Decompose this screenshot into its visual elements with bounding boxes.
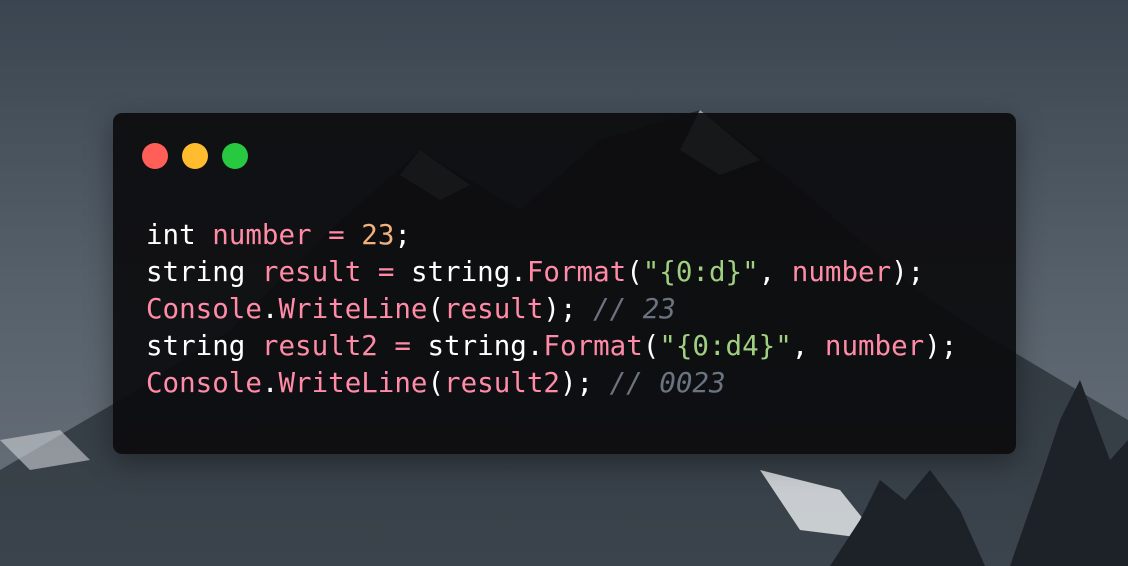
code-token-ws <box>378 330 395 362</box>
code-token-ident: ( <box>626 256 643 288</box>
code-token-op: = <box>377 256 395 288</box>
code-token-str: "{0:d4}" <box>659 330 792 362</box>
close-button[interactable] <box>142 143 168 169</box>
code-token-ident: ( <box>642 330 660 362</box>
code-token-ident: ); <box>924 330 958 362</box>
code-token-str: "{0:d}" <box>642 256 759 288</box>
code-token-ws <box>394 256 411 288</box>
code-line: int number = 23; <box>146 217 957 254</box>
minimize-button[interactable] <box>182 143 208 169</box>
code-token-ident: . <box>526 330 544 362</box>
code-token-var: result2 <box>261 330 378 362</box>
code-token-ident: . <box>261 367 279 399</box>
code-line: Console.WriteLine(result2); // 0023 <box>146 365 957 402</box>
code-token-fn: WriteLine <box>278 367 428 399</box>
code-token-ws <box>245 330 262 362</box>
code-token-num: 23 <box>361 219 395 251</box>
code-token-ident: . <box>261 293 279 325</box>
code-token-ident: ; <box>394 219 411 251</box>
code-token-op: = <box>394 330 411 362</box>
code-token-fn: Format <box>543 330 643 362</box>
code-token-ident: . <box>510 256 527 288</box>
code-token-op: = <box>328 219 345 251</box>
code-token-ws <box>196 219 213 251</box>
code-token-ident: , <box>791 330 825 362</box>
code-token-kw: string <box>146 330 246 362</box>
code-token-ws <box>312 219 329 251</box>
code-token-var: number <box>824 330 925 362</box>
code-token-var: result <box>444 293 544 325</box>
code-token-kw: int <box>146 219 196 251</box>
code-token-ident: , <box>758 256 792 288</box>
code-token-var: number <box>212 219 312 251</box>
zoom-button[interactable] <box>222 143 248 169</box>
code-token-ident: string <box>410 256 511 288</box>
code-token-ident: ( <box>427 293 445 325</box>
code-window: int number = 23; string result = string.F… <box>113 113 1016 454</box>
code-line: string result2 = string.Format("{0:d4}",… <box>146 328 957 365</box>
code-token-ws <box>245 256 262 288</box>
code-token-var: result <box>261 256 362 288</box>
code-line: string result = string.Format("{0:d}", n… <box>146 254 957 291</box>
code-token-fn: Console <box>146 293 262 325</box>
code-token-ident: ( <box>427 367 445 399</box>
code-line: Console.WriteLine(result); // 23 <box>146 291 957 328</box>
code-token-ws <box>411 330 428 362</box>
code-block: int number = 23; string result = string.F… <box>146 217 957 402</box>
code-token-var: number <box>791 256 892 288</box>
code-token-fn: Format <box>526 256 627 288</box>
code-token-ws <box>345 219 362 251</box>
code-token-fn: WriteLine <box>278 293 428 325</box>
window-controls <box>142 143 248 169</box>
code-token-ident: ); <box>559 367 610 399</box>
code-token-cm: // 23 <box>593 293 676 325</box>
code-token-var: result2 <box>444 367 560 399</box>
code-token-ident: ); <box>543 293 594 325</box>
code-token-ident: ); <box>891 256 925 288</box>
code-token-fn: Console <box>146 367 262 399</box>
code-token-ws <box>361 256 378 288</box>
code-token-ident: string <box>427 330 527 362</box>
code-token-cm: // 0023 <box>609 367 726 399</box>
code-token-kw: string <box>146 256 246 288</box>
